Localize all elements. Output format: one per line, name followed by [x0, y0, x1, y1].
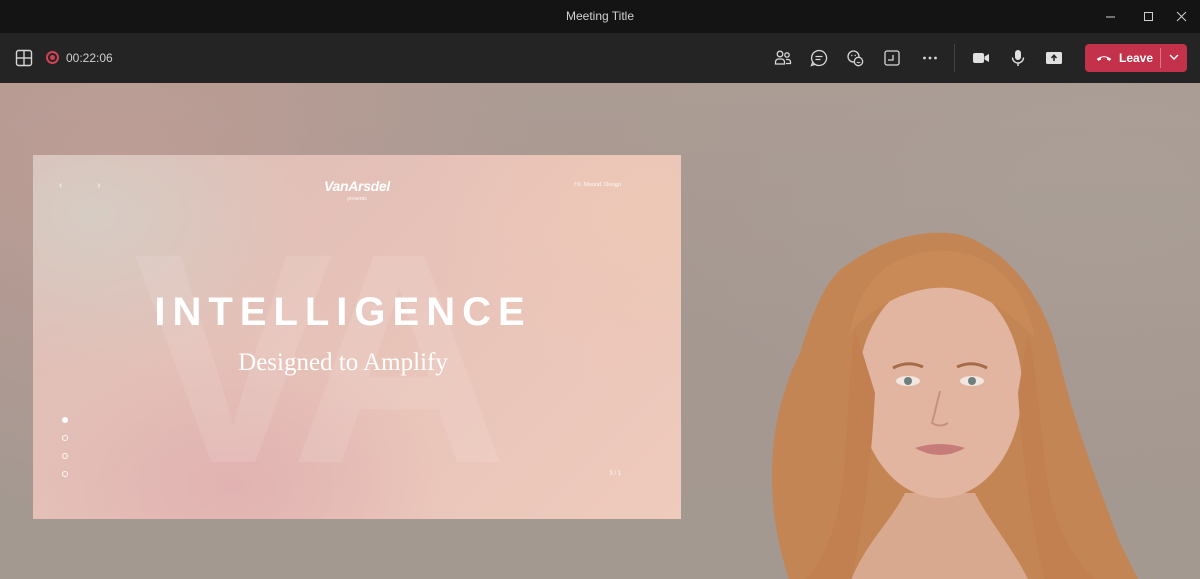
recording-icon: [46, 51, 59, 64]
window-title: Meeting Title: [565, 9, 635, 23]
close-window-button[interactable]: [1168, 6, 1194, 26]
share-icon: [1046, 52, 1062, 64]
close-icon: [1176, 11, 1186, 21]
slide-dot[interactable]: [62, 435, 68, 441]
slide-subline: Designed to Amplify: [238, 349, 448, 376]
layout-icon: [15, 49, 33, 67]
chat-button[interactable]: [807, 46, 831, 70]
maximize-icon: [1143, 11, 1153, 21]
people-button[interactable]: [771, 46, 795, 70]
mic-icon: [1011, 50, 1025, 66]
layout-button[interactable]: [12, 46, 36, 70]
shared-slide[interactable]: VA ‹ › VanArsdel presents Fit. Mound. De…: [33, 155, 681, 519]
leave-separator: [1160, 48, 1161, 68]
rooms-icon: [884, 50, 900, 66]
recording-timer: 00:22:06: [66, 51, 113, 65]
camera-button[interactable]: [969, 46, 993, 70]
slide-headline: INTELLIGENCE: [154, 290, 532, 334]
hangup-icon: [1095, 49, 1113, 67]
presenter-video: [771, 232, 1138, 579]
more-button[interactable]: [918, 46, 942, 70]
reactions-button[interactable]: [843, 46, 867, 70]
slide-page-number: 3 / 1: [609, 471, 621, 477]
minimize-button[interactable]: [1097, 6, 1123, 26]
slide-pagination-dots[interactable]: [62, 417, 68, 489]
meeting-stage: VA ‹ › VanArsdel presents Fit. Mound. De…: [0, 83, 1200, 579]
maximize-button[interactable]: [1135, 6, 1161, 26]
reactions-icon: [847, 50, 864, 67]
slide-corner-text: Fit. Mound. Design: [573, 182, 621, 188]
chevron-down-icon[interactable]: [1167, 50, 1181, 64]
leave-button[interactable]: Leave: [1085, 44, 1187, 72]
share-button[interactable]: [1042, 46, 1066, 70]
meeting-toolbar: 00:22:06 Leave: [0, 33, 1200, 83]
people-icon: [774, 50, 792, 65]
chat-icon: [810, 49, 828, 67]
camera-icon: [973, 53, 989, 63]
slide-presents: presents: [347, 196, 367, 202]
slide-dot[interactable]: [62, 453, 68, 459]
slide-dot[interactable]: [62, 417, 68, 423]
minimize-icon: [1105, 16, 1115, 17]
slide-dot[interactable]: [62, 471, 68, 477]
rooms-button[interactable]: [880, 46, 904, 70]
toolbar-divider: [954, 44, 955, 72]
more-icon: [923, 56, 937, 60]
mic-button[interactable]: [1006, 46, 1030, 70]
leave-label: Leave: [1119, 51, 1154, 65]
title-bar: Meeting Title: [0, 0, 1200, 33]
